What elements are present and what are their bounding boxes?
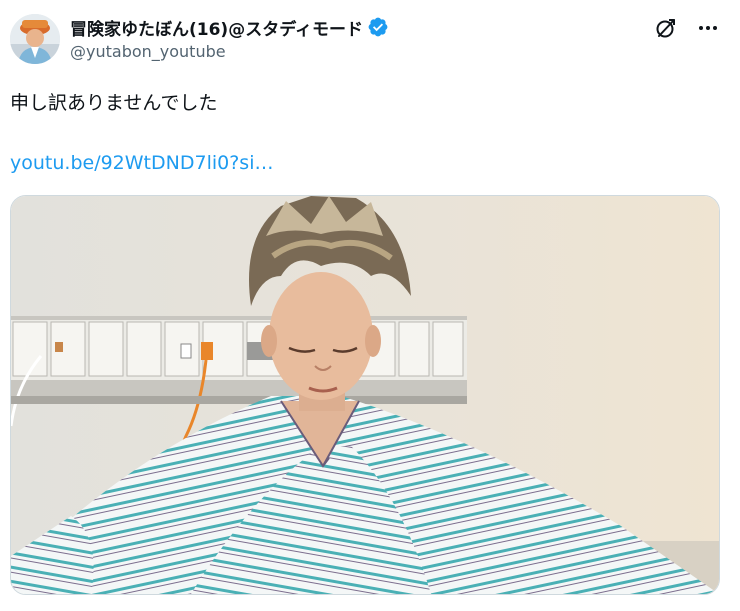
tweet-card: 冒険家ゆたぼん(16)@スタディモード @yutabon_youtube 申し訳…: [0, 0, 740, 611]
tweet-link[interactable]: youtu.be/92WtDND7li0?si…: [10, 152, 273, 174]
display-name-row: 冒険家ゆたぼん(16)@スタディモード: [70, 14, 389, 40]
verified-badge-icon: [368, 17, 388, 37]
more-dots-icon[interactable]: [696, 16, 720, 40]
author-handle[interactable]: @yutabon_youtube: [70, 42, 389, 61]
author-avatar[interactable]: [10, 14, 60, 64]
author-display-name[interactable]: 冒険家ゆたぼん(16)@スタディモード: [70, 15, 363, 40]
tweet-text: 申し訳ありませんでした: [10, 92, 218, 114]
photo-image: [11, 196, 719, 594]
author-info: 冒険家ゆたぼん(16)@スタディモード @yutabon_youtube: [70, 14, 389, 61]
grok-icon[interactable]: [654, 16, 678, 40]
tweet-media-photo[interactable]: [10, 195, 720, 595]
tweet-top-actions: [654, 16, 720, 40]
avatar-image: [10, 14, 60, 64]
